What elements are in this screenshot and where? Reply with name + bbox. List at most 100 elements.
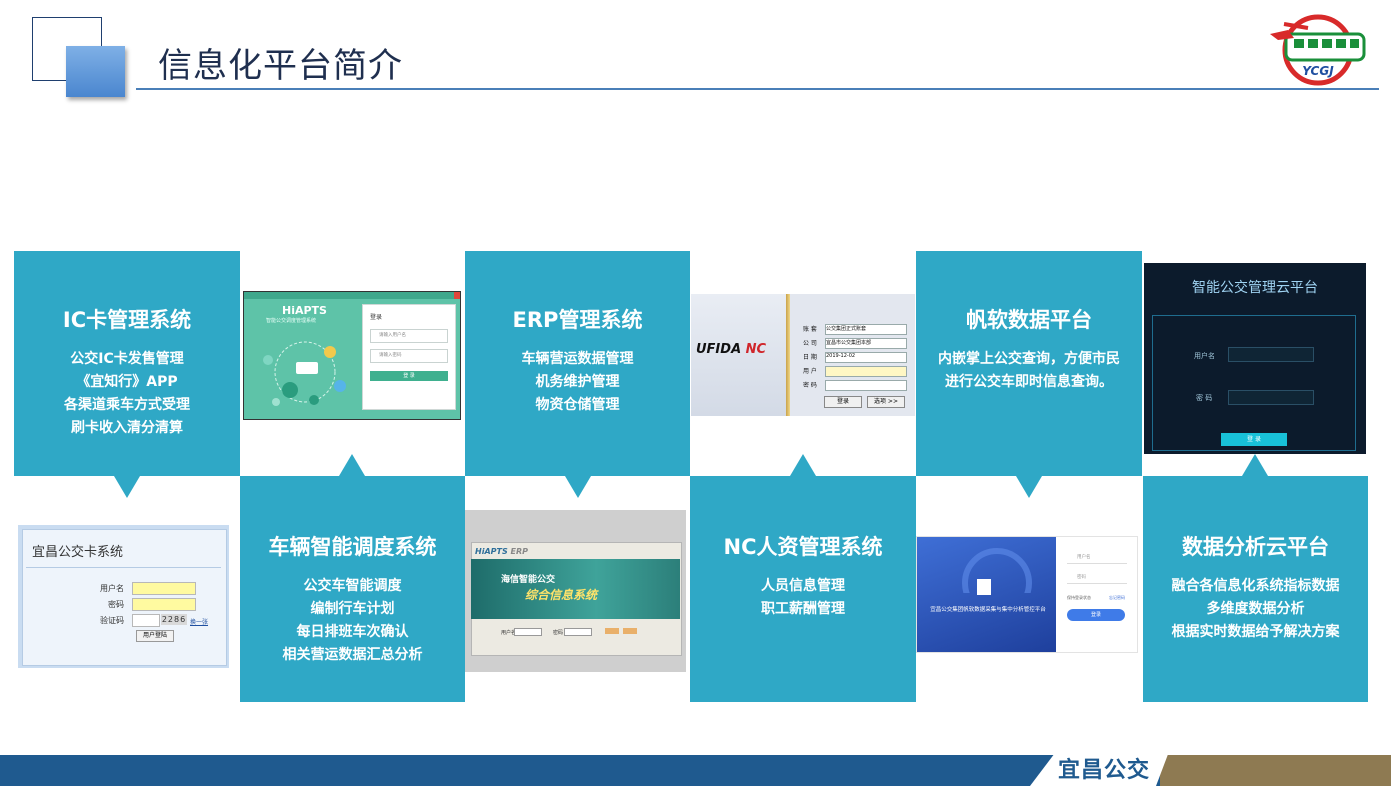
- tile-data-analysis-cloud: 数据分析云平台 融合各信息化系统指标数据 多维度数据分析 根据实时数据给予解决方…: [1143, 476, 1368, 702]
- fanruan-password-input[interactable]: 密码: [1067, 574, 1127, 584]
- erp-username-input[interactable]: [514, 628, 542, 636]
- ufida-nc-text: NC: [745, 342, 767, 357]
- cloud-login-button[interactable]: 登 录: [1221, 433, 1287, 446]
- cloud-password-input[interactable]: [1228, 390, 1314, 405]
- tile-line: 编制行车计划: [310, 601, 395, 617]
- field-label: 密 码: [803, 382, 817, 389]
- tile-line: 机务维护管理: [535, 374, 620, 390]
- tile-erp-system: ERP管理系统 车辆营运数据管理 机务维护管理 物资仓储管理: [465, 251, 690, 476]
- tile-line: 人员信息管理: [761, 578, 845, 594]
- iccard-code-label: 验证码: [100, 616, 124, 625]
- fanruan-username-input[interactable]: 用户名: [1067, 554, 1127, 564]
- screenshot-cloud-login: 智能公交管理云平台 用户名 密 码 登 录: [1144, 263, 1366, 454]
- iccard-login-button[interactable]: 用户登陆: [136, 630, 174, 642]
- screenshot-hiapts-login: HiAPTS 智能公交调度管理系统 登录 请输入用户名 请输入密码 登 录: [243, 291, 461, 420]
- username-input[interactable]: 请输入用户名: [370, 329, 448, 343]
- tile-dispatch-system: 车辆智能调度系统 公交车智能调度 编制行车计划 每日排班车次确认 相关营运数据汇…: [240, 476, 465, 702]
- tile-line: 融合各信息化系统指标数据: [1171, 578, 1340, 594]
- erp-brand-text: HiAPTS: [475, 547, 508, 556]
- erp-login-button[interactable]: [605, 628, 619, 634]
- tile-line: 公交IC卡发售管理: [70, 351, 184, 367]
- erp-banner-line1: 海信智能公交: [501, 575, 556, 585]
- tile-fanruan-platform: 帆软数据平台 内嵌掌上公交查询，方便市民 进行公交车即时信息查询。: [916, 251, 1142, 476]
- title-divider: [136, 88, 1379, 90]
- login-heading: 登录: [370, 314, 383, 321]
- captcha-image: 2286: [161, 614, 187, 625]
- tile-line: 刷卡收入清分清算: [71, 420, 183, 436]
- tile-line: 车辆营运数据管理: [521, 351, 634, 367]
- refresh-captcha-link[interactable]: 换一张: [190, 617, 208, 626]
- iccard-pwd-label: 密码: [108, 600, 124, 609]
- ufida-form: 账 套 公交集团正式账套 公 司 宜昌市公交集团本部 日 期 2019-12-02 用…: [803, 324, 907, 394]
- pointer-down: [565, 476, 591, 498]
- tile-line: 职工薪酬管理: [761, 601, 845, 617]
- iccard-title: 宜昌公交卡系统: [32, 545, 124, 560]
- header-decor-block: [66, 46, 125, 97]
- hiapts-login-panel: 登录 请输入用户名 请输入密码 登 录: [362, 304, 456, 410]
- user-field[interactable]: [825, 366, 907, 377]
- hiapts-subtitle: 智能公交调度管理系统: [266, 318, 317, 324]
- tile-line: 根据实时数据给予解决方案: [1171, 624, 1340, 640]
- tile-title: 数据分析云平台: [1182, 535, 1329, 559]
- company-logo: YCGJ: [1268, 12, 1368, 87]
- fanruan-logo-icon: [977, 579, 991, 595]
- tile-line: 每日排班车次确认: [296, 624, 409, 640]
- password-field[interactable]: [825, 380, 907, 391]
- cloud-title: 智能公交管理云平台: [1192, 280, 1318, 296]
- screenshot-fanruan-login: 宜昌公交集团帆软数据采集与集中分析管控平台 用户名 密码 保持登录状态 忘记密码…: [916, 536, 1138, 653]
- tile-title: NC人资管理系统: [723, 535, 883, 559]
- pointer-down: [114, 476, 140, 498]
- tile-line: 物资仓储管理: [535, 397, 620, 413]
- fanruan-caption: 宜昌公交集团帆软数据采集与集中分析管控平台: [930, 607, 1046, 613]
- cloud-pwd-label: 密 码: [1196, 394, 1213, 402]
- field-label: 日 期: [803, 354, 817, 361]
- tile-title: ERP管理系统: [512, 308, 643, 332]
- ufida-brand-text: UFIDA: [696, 342, 742, 357]
- tile-line: 各渠道乘车方式受理: [64, 397, 190, 413]
- account-select[interactable]: 公交集团正式账套: [825, 324, 907, 335]
- field-label: 公 司: [803, 340, 817, 347]
- login-button[interactable]: 登 录: [370, 371, 448, 381]
- tile-line: 相关营运数据汇总分析: [282, 647, 423, 663]
- cloud-user-label: 用户名: [1194, 352, 1215, 360]
- company-field[interactable]: 宜昌市公交集团本部: [825, 338, 907, 349]
- fanruan-login-button[interactable]: 登录: [1067, 609, 1125, 621]
- iccard-code-input[interactable]: [132, 614, 160, 627]
- screenshot-iccard-login: 宜昌公交卡系统 用户名 密码 验证码 2286 换一张 用户登陆: [18, 525, 229, 668]
- field-label: 用 户: [803, 368, 817, 375]
- hiapts-illustration: [263, 341, 346, 406]
- pointer-down: [1016, 476, 1042, 498]
- password-input[interactable]: 请输入密码: [370, 349, 448, 363]
- options-button[interactable]: 选项 >>: [867, 396, 905, 408]
- erp-password-input[interactable]: [564, 628, 592, 636]
- erp-banner-line2: 综合信息系统: [525, 588, 598, 602]
- tile-ic-card-system: IC卡管理系统 公交IC卡发售管理 《宜知行》APP 各渠道乘车方式受理 刷卡收…: [14, 251, 240, 476]
- footer-brand: 宜昌公交: [1058, 758, 1151, 783]
- erp-pwd-label: 密码: [553, 630, 564, 636]
- iccard-password-input[interactable]: [132, 598, 196, 611]
- iccard-username-input[interactable]: [132, 582, 196, 595]
- hiapts-brand: HiAPTS: [282, 304, 327, 317]
- cloud-login-frame: [1152, 315, 1356, 451]
- forgot-password-link[interactable]: 忘记密码: [1109, 595, 1125, 601]
- screenshot-erp-login: HiAPTS ERP 海信智能公交 综合信息系统 用户名 密码: [465, 510, 686, 672]
- tile-title: IC卡管理系统: [62, 308, 192, 332]
- iccard-user-label: 用户名: [100, 584, 124, 593]
- erp-brand: HiAPTS ERP: [475, 547, 528, 556]
- tile-line: 多维度数据分析: [1206, 601, 1305, 617]
- tile-line: 进行公交车即时信息查询。: [945, 374, 1113, 390]
- remember-checkbox[interactable]: 保持登录状态: [1067, 595, 1091, 601]
- pointer-up: [339, 454, 365, 476]
- page-title: 信息化平台简介: [158, 46, 403, 86]
- tile-line: 公交车智能调度: [303, 578, 402, 594]
- pointer-up: [1242, 454, 1268, 476]
- tile-line: 《宜知行》APP: [76, 374, 178, 390]
- erp-reset-button[interactable]: [623, 628, 637, 634]
- pointer-up: [790, 454, 816, 476]
- login-button[interactable]: 登录: [824, 396, 862, 408]
- field-label: 账 套: [803, 326, 817, 333]
- date-field[interactable]: 2019-12-02: [825, 352, 907, 363]
- tile-nc-hr-system: NC人资管理系统 人员信息管理 职工薪酬管理: [690, 476, 916, 702]
- cloud-username-input[interactable]: [1228, 347, 1314, 362]
- tile-title: 帆软数据平台: [966, 308, 1092, 332]
